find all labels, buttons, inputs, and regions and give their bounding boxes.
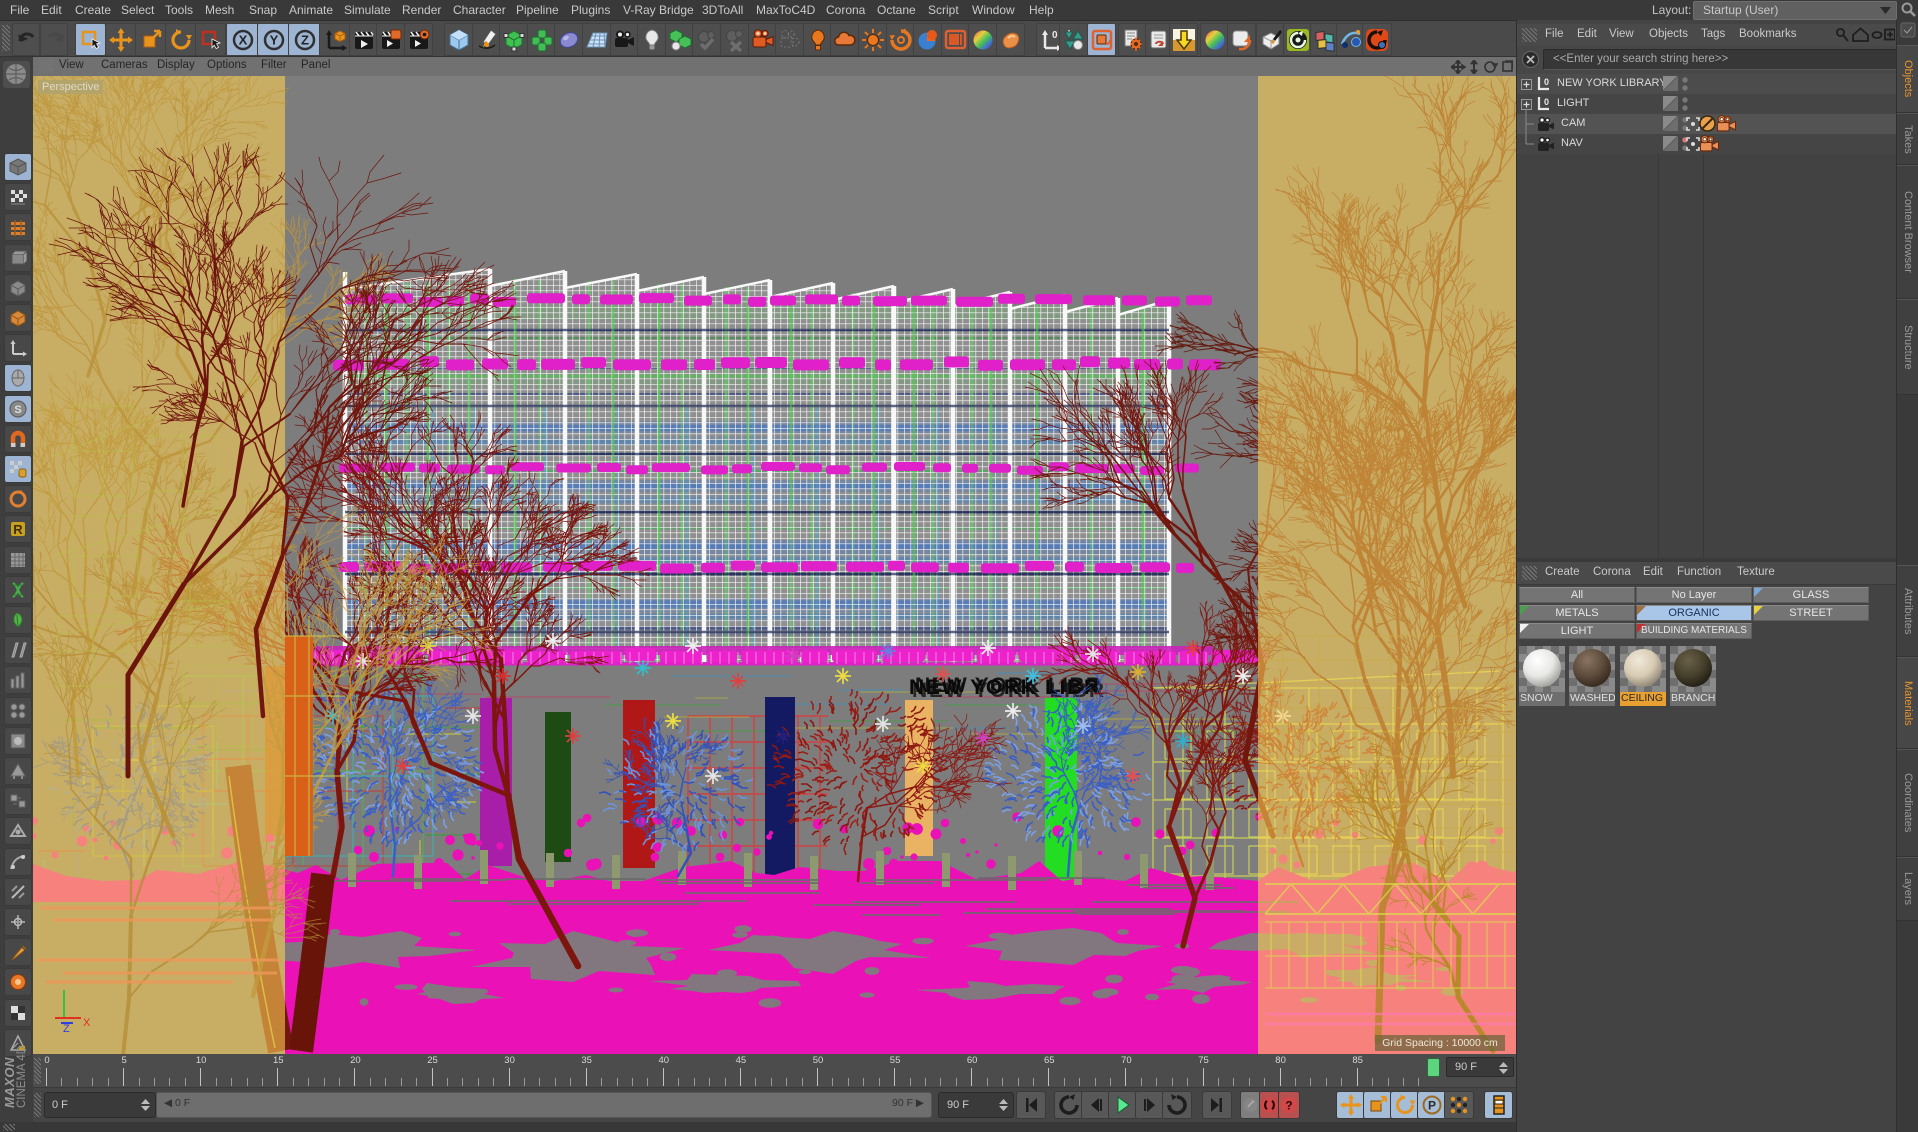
svg-text:R: R: [13, 522, 23, 537]
svg-text:0: 0: [1544, 97, 1549, 107]
svg-text:X: X: [83, 1017, 91, 1029]
svg-text:P: P: [1427, 1099, 1435, 1113]
svg-text:Z: Z: [63, 1023, 70, 1035]
svg-text:Z: Z: [301, 32, 309, 47]
svg-text:S: S: [14, 404, 21, 416]
svg-text:Y: Y: [269, 32, 278, 47]
svg-text:?: ?: [1285, 1099, 1292, 1113]
svg-text:X: X: [238, 32, 247, 47]
svg-text:0: 0: [1544, 77, 1549, 87]
svg-text:0: 0: [1052, 30, 1058, 41]
